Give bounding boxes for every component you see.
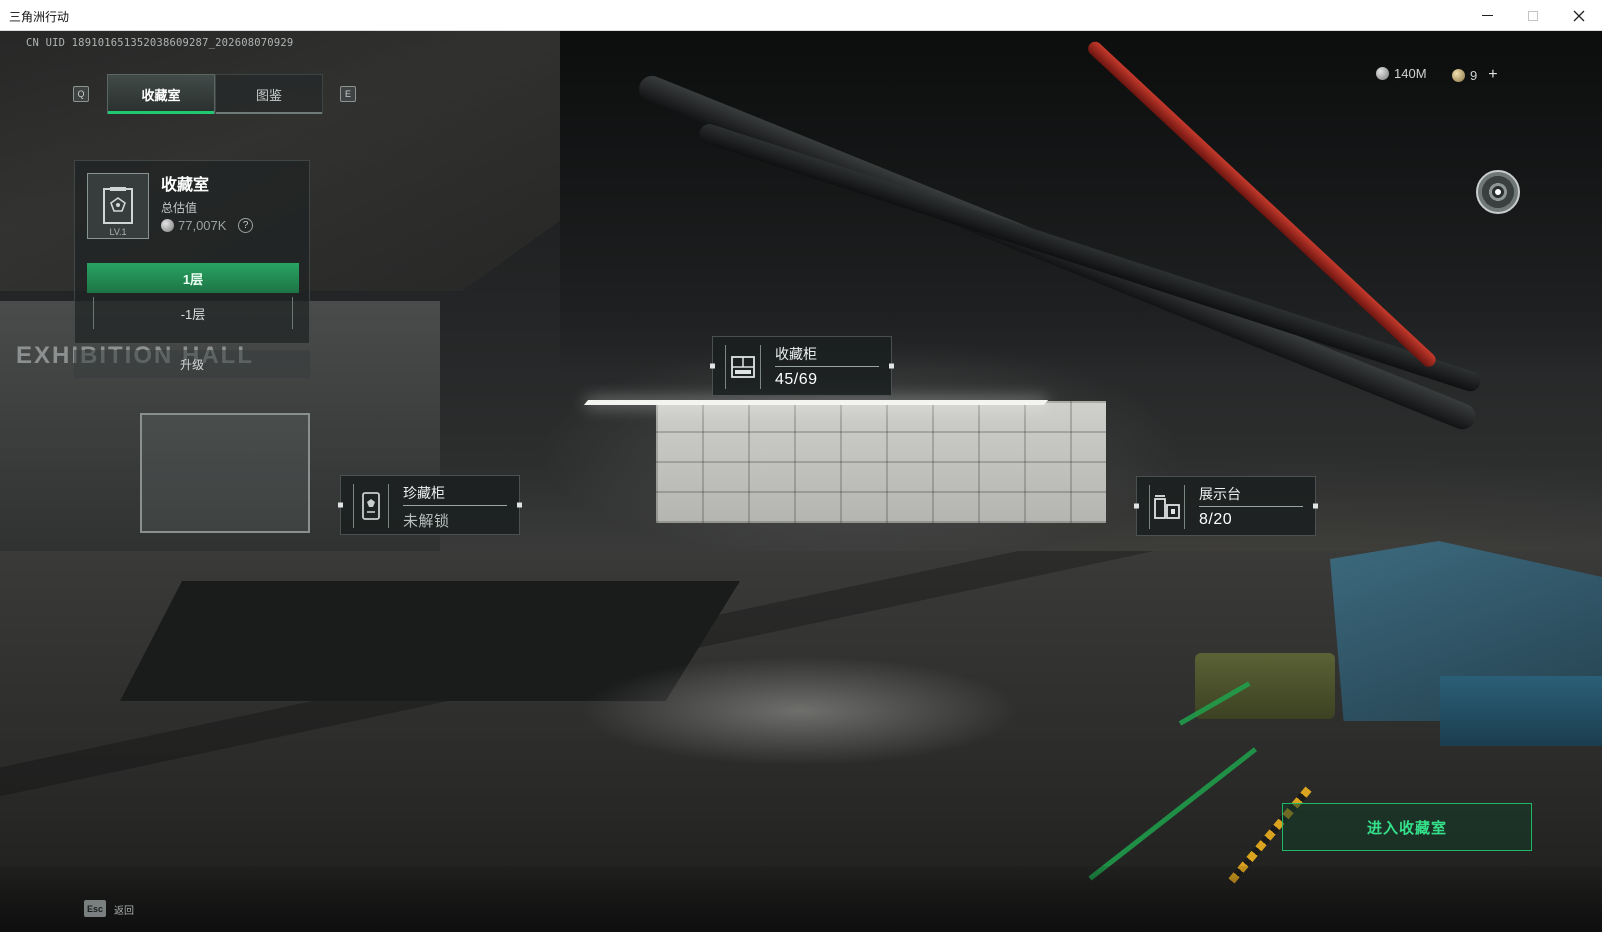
- collection-info-panel: LV.1 收藏室 总估值 77,007K ? 1层 -1层: [74, 160, 310, 344]
- silver-amount: 140M: [1394, 66, 1427, 81]
- cabinet-icon-frame: [725, 345, 761, 389]
- marker-corner: [517, 502, 522, 508]
- marker-collection-cabinet[interactable]: 收藏柜 45/69: [710, 336, 894, 396]
- gold-coin-icon: [1452, 68, 1465, 82]
- cabinet-count: 45/69: [775, 371, 818, 388]
- minimize-button[interactable]: [1464, 0, 1510, 31]
- silver-coin-icon: [161, 219, 174, 232]
- floor-1-button[interactable]: 1层: [87, 263, 299, 293]
- window-titlebar: 三角洲行动: [0, 0, 1602, 31]
- gold-amount: 9: [1470, 67, 1478, 83]
- key-hint-prev: Q: [73, 86, 89, 102]
- rare-cabinet-icon-frame: [353, 484, 389, 528]
- compass-center: [1495, 189, 1501, 195]
- marker-corner: [1313, 503, 1318, 509]
- total-value: 77,007K ?: [161, 214, 257, 237]
- help-symbol: ?: [243, 220, 249, 231]
- rare-cabinet-status: 未解锁: [403, 513, 450, 530]
- marker-corner: [889, 363, 894, 369]
- glass-display-case: [140, 413, 310, 533]
- green-case: [1195, 653, 1335, 719]
- marker-divider: [775, 366, 879, 367]
- display-stand-icon: [1154, 495, 1180, 519]
- close-icon: [1573, 10, 1585, 21]
- marker-rare-cabinet[interactable]: 珍藏柜 未解锁: [338, 475, 522, 535]
- add-currency-button[interactable]: +: [1488, 66, 1497, 84]
- total-value-label: 总估值: [161, 201, 198, 215]
- marker-corner: [710, 363, 715, 369]
- tab-collection-room[interactable]: 收藏室: [107, 74, 215, 114]
- player-uid: CN UID 189101651352038609287_20260807092…: [26, 37, 294, 49]
- maximize-icon: [1528, 10, 1538, 21]
- blue-lockers: [1440, 676, 1602, 746]
- bottom-band: [0, 866, 1602, 932]
- collection-level: LV.1: [109, 227, 127, 237]
- floor-reflection: [580, 656, 1020, 766]
- rare-cabinet-icon: [362, 492, 380, 520]
- display-stand-icon-frame: [1149, 485, 1185, 529]
- floor-minus-1-button[interactable]: -1层: [93, 297, 293, 329]
- ceiling-light-bar: [583, 400, 1049, 405]
- gold-currency: 9 +: [1452, 66, 1498, 84]
- vault-icon: [103, 187, 133, 224]
- help-icon[interactable]: ?: [235, 214, 257, 237]
- panel-title: 收藏室: [161, 177, 210, 194]
- enter-collection-room-button[interactable]: 进入收藏室: [1282, 803, 1532, 851]
- key-hint-next: E: [340, 86, 356, 102]
- marker-corner: [1134, 503, 1139, 509]
- collection-wall-display[interactable]: [656, 401, 1106, 523]
- marker-display-stand[interactable]: 展示台 8/20: [1134, 476, 1318, 536]
- tab-codex[interactable]: 图鉴: [215, 74, 323, 114]
- maximize-button[interactable]: [1510, 0, 1556, 31]
- silver-currency: 140M: [1376, 66, 1427, 81]
- marker-divider: [1199, 506, 1303, 507]
- window-title: 三角洲行动: [9, 10, 70, 24]
- display-stand-count: 8/20: [1199, 511, 1233, 528]
- cabinet-icon: [731, 356, 755, 378]
- marker-corner: [338, 502, 343, 508]
- compass-icon[interactable]: [1476, 170, 1520, 214]
- display-stand-label: 展示台: [1199, 486, 1241, 502]
- minimize-icon: [1481, 15, 1493, 16]
- ceiling: [560, 31, 1602, 371]
- silver-coin-icon: [1376, 67, 1389, 80]
- upgrade-button[interactable]: 升级: [74, 350, 310, 378]
- rare-cabinet-label: 珍藏柜: [403, 485, 445, 501]
- esc-key-hint[interactable]: Esc: [84, 900, 106, 917]
- cabinet-label: 收藏柜: [775, 346, 817, 362]
- close-button[interactable]: [1556, 0, 1602, 31]
- back-label[interactable]: 返回: [114, 902, 134, 917]
- total-value-amount: 77,007K: [178, 218, 227, 233]
- marker-divider: [403, 505, 507, 506]
